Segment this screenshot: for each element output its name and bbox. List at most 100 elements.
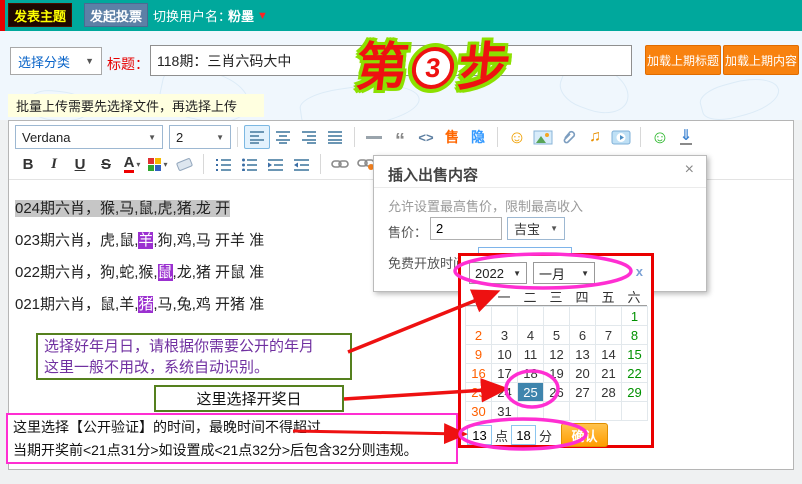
unordered-list-icon (242, 158, 257, 171)
calendar-day[interactable]: 12 (544, 345, 570, 364)
hidden-content-button[interactable]: 隐 (465, 125, 491, 149)
calendar-day[interactable]: 4 (518, 326, 544, 345)
hour-input[interactable] (467, 425, 492, 445)
top-bar: 发表主题 发起投票 切换用户名： 粉墨 ▼ (0, 0, 802, 31)
calendar-day[interactable]: 21 (596, 364, 622, 383)
calendar-day[interactable]: 18 (518, 364, 544, 383)
calendar-day[interactable]: 31 (492, 402, 518, 421)
hour-unit-label: 点 (495, 426, 508, 445)
align-right-button[interactable] (296, 125, 322, 149)
username-dropdown-caret-icon[interactable]: ▼ (257, 0, 268, 31)
confirm-button[interactable]: 确认 (561, 423, 608, 447)
insert-video-button[interactable] (608, 125, 634, 149)
download-button[interactable]: ⇓ (673, 125, 699, 149)
calendar-day[interactable]: 24 (492, 383, 518, 402)
italic-button[interactable]: I (41, 152, 67, 176)
calendar-day[interactable]: 27 (570, 383, 596, 402)
align-justify-button[interactable] (322, 125, 348, 149)
instruction-line: 选择好年月日，请根据你需要公开的年月 (44, 336, 344, 357)
calendar-day[interactable]: 14 (596, 345, 622, 364)
calendar-weekday: 六 (621, 288, 647, 306)
attachment-button[interactable] (556, 125, 582, 149)
blockquote-button[interactable]: “ (387, 125, 413, 149)
dialog-title: 插入出售内容 (388, 164, 478, 185)
code-button[interactable]: <> (413, 125, 439, 149)
bold-button[interactable]: B (15, 152, 41, 176)
category-select[interactable]: 选择分类 ▼ (10, 47, 102, 75)
currency-select[interactable]: 吉宝 ▼ (507, 217, 565, 240)
insert-music-button[interactable]: ♫ (582, 125, 608, 149)
calendar-close-icon[interactable]: x (636, 264, 643, 279)
calendar-empty-cell (570, 402, 596, 421)
dialog-divider (374, 187, 706, 188)
remove-format-button[interactable] (171, 152, 197, 176)
strikethrough-button[interactable]: S (93, 152, 119, 176)
tab-post-topic[interactable]: 发表主题 (8, 3, 72, 27)
unordered-list-button[interactable] (236, 152, 262, 176)
month-select[interactable]: 一月 ▼ (533, 262, 595, 284)
category-select-label: 选择分类 (18, 52, 70, 71)
font-color-button[interactable]: A ▾ (119, 152, 145, 176)
font-size-select[interactable]: 2 ▼ (169, 125, 231, 149)
calendar-day[interactable]: 10 (492, 345, 518, 364)
calendar-weekday: 四 (569, 288, 595, 306)
horizontal-rule-button[interactable] (361, 125, 387, 149)
editor-line[interactable]: 021期六肖，鼠,羊,猪,马,兔,鸡 开猪 准 (15, 289, 785, 321)
chevron-down-icon: ▾ (136, 160, 140, 169)
download-icon: ⇓ (680, 129, 693, 145)
custom-smiley-button[interactable]: ☺ (647, 125, 673, 149)
calendar-day[interactable]: 22 (622, 364, 648, 383)
currency-value: 吉宝 (514, 219, 540, 238)
quote-icon: “ (395, 128, 405, 146)
insert-sale-button[interactable]: 售 (439, 125, 465, 149)
outdent-button[interactable] (288, 152, 314, 176)
calendar-day[interactable]: 1 (622, 307, 648, 326)
load-previous-title-button[interactable]: 加载上期标题 (645, 45, 721, 75)
calendar-day[interactable]: 19 (544, 364, 570, 383)
calendar-day[interactable]: 5 (544, 326, 570, 345)
calendar-day[interactable]: 3 (492, 326, 518, 345)
color-palette-icon (148, 158, 161, 171)
calendar-day[interactable]: 16 (466, 364, 492, 383)
ordered-list-button[interactable] (210, 152, 236, 176)
align-left-button[interactable] (244, 125, 270, 149)
calendar-day[interactable]: 9 (466, 345, 492, 364)
calendar-day[interactable]: 17 (492, 364, 518, 383)
calendar-weekday: 五 (595, 288, 621, 306)
calendar-day[interactable]: 15 (622, 345, 648, 364)
calendar-day[interactable]: 20 (570, 364, 596, 383)
calendar-day[interactable]: 25 (518, 383, 544, 402)
tab-start-vote[interactable]: 发起投票 (84, 3, 148, 27)
price-label: 售价： (388, 222, 427, 241)
background-color-button[interactable]: ▾ (145, 152, 171, 176)
calendar-day[interactable]: 2 (466, 326, 492, 345)
calendar-day[interactable]: 7 (596, 326, 622, 345)
horizontal-rule-icon (366, 136, 382, 139)
price-input[interactable] (430, 217, 502, 240)
calendar-day[interactable]: 23 (466, 383, 492, 402)
minute-input[interactable] (511, 425, 536, 445)
dialog-close-icon[interactable]: × (685, 161, 694, 179)
font-family-select[interactable]: Verdana ▼ (15, 125, 163, 149)
calendar-day[interactable]: 29 (622, 383, 648, 402)
current-username[interactable]: 粉墨 (228, 0, 254, 31)
calendar-day[interactable]: 6 (570, 326, 596, 345)
insert-link-button[interactable] (327, 152, 353, 176)
underline-icon: U (75, 156, 86, 173)
year-select[interactable]: 2022 ▼ (469, 262, 527, 284)
title-label: 标题： (107, 54, 149, 74)
calendar-day[interactable]: 11 (518, 345, 544, 364)
calendar-day[interactable]: 30 (466, 402, 492, 421)
align-center-button[interactable] (270, 125, 296, 149)
load-previous-content-button[interactable]: 加载上期内容 (723, 45, 799, 75)
calendar-day[interactable]: 28 (596, 383, 622, 402)
calendar-day[interactable]: 13 (570, 345, 596, 364)
calendar-day[interactable]: 26 (544, 383, 570, 402)
emoticon-button[interactable]: ☺ (504, 125, 530, 149)
indent-button[interactable] (262, 152, 288, 176)
underline-button[interactable]: U (67, 152, 93, 176)
calendar-day[interactable]: 8 (622, 326, 648, 345)
insert-image-button[interactable] (530, 125, 556, 149)
align-right-icon (301, 130, 317, 144)
dialog-subtitle: 允许设置最高售价，限制最高收入 (388, 196, 583, 215)
